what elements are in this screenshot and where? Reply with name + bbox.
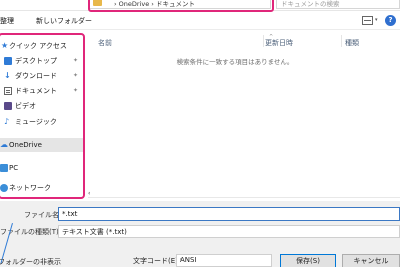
encoding-select[interactable]: ANSI ▾ <box>176 254 272 267</box>
new-folder-button[interactable]: 新しいフォルダー <box>36 16 92 26</box>
search-placeholder: ドキュメントの検索 <box>281 0 340 8</box>
scroll-left-arrow[interactable]: ‹ <box>88 190 90 197</box>
column-divider[interactable] <box>263 35 264 47</box>
chevron-down-icon[interactable]: ▾ <box>375 17 378 23</box>
hide-folders-toggle[interactable]: フォルダーの非表示 <box>0 257 61 267</box>
encoding-label: 文字コード(E): <box>133 257 181 265</box>
cancel-button[interactable]: キャンセル <box>342 254 400 267</box>
view-options-icon[interactable] <box>362 16 373 25</box>
filename-input-wrapper[interactable] <box>58 207 400 221</box>
save-button[interactable]: 保存(S) <box>280 254 336 267</box>
column-divider[interactable] <box>341 35 342 47</box>
column-header-type[interactable]: 種類 <box>345 38 359 48</box>
chevron-down-icon[interactable]: ▾ <box>11 17 14 23</box>
divider <box>88 197 400 198</box>
column-headers: 名前 ^ 更新日時 種類 <box>93 34 400 48</box>
chevron-down-icon[interactable]: ▾ <box>180 257 268 263</box>
toolbar: 整理 ▾ 新しいフォルダー ▾ ? <box>0 12 400 30</box>
empty-message: 検索条件に一致する項目はありません。 <box>176 58 294 66</box>
nav-highlight-frame <box>0 33 85 199</box>
help-icon[interactable]: ? <box>385 15 396 26</box>
filename-input[interactable] <box>59 208 399 220</box>
search-input[interactable]: ドキュメントの検索 <box>276 0 400 9</box>
address-highlight-frame <box>88 0 274 12</box>
filetype-select[interactable]: テキスト文書 (*.txt) <box>58 225 400 238</box>
filetype-value: テキスト文書 (*.txt) <box>62 228 127 236</box>
column-header-name[interactable]: 名前 <box>98 38 112 48</box>
column-header-modified[interactable]: 更新日時 <box>265 38 293 48</box>
save-form: ファイル名(N): ファイルの種類(T): テキスト文書 (*.txt) フォル… <box>0 201 400 267</box>
